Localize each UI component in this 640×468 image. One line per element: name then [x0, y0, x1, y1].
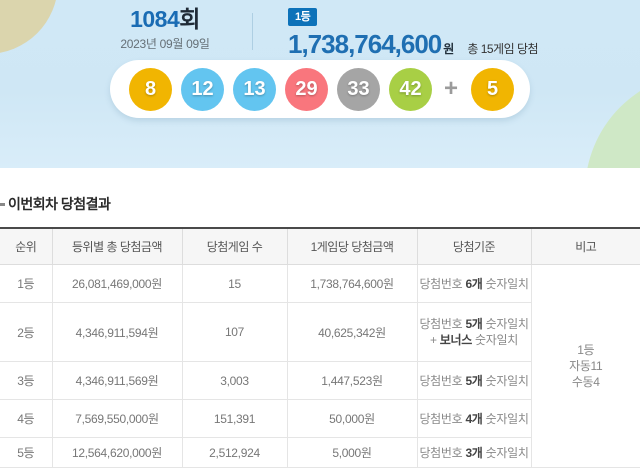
remark-line: 수동4 [571, 375, 600, 389]
green-circle-decor [585, 72, 640, 168]
lotto-ball-33: 33 [337, 67, 380, 111]
column-header: 당첨게임 수 [182, 228, 288, 265]
total-prize-cell: 12,564,620,000원 [52, 437, 183, 468]
remark-cell: 1등자동11 수동4 [531, 264, 640, 468]
winning-games-cell: 2,512,924 [182, 437, 288, 468]
first-rank-badge: 1등 [288, 8, 318, 26]
rank-cell: 2등 [0, 302, 53, 362]
lotto-ball-42: 42 [389, 67, 432, 111]
lotto-ball-29: 29 [285, 67, 328, 111]
winning-games-cell: 3,003 [182, 361, 288, 400]
lotto-ball-12: 12 [181, 67, 224, 111]
round-suffix: 회 [179, 6, 200, 32]
remark-line: 자동11 [569, 359, 603, 373]
prize-line: 1,738,764,600 원 총 15게임 당첨 [288, 29, 539, 60]
rank-cell: 5등 [0, 437, 53, 468]
round-number: 1084 [130, 6, 180, 32]
rank-cell: 3등 [0, 361, 53, 400]
first-prize-info: 1등 1,738,764,600 원 총 15게임 당첨 [288, 7, 539, 60]
total-games-note: 총 15게임 당첨 [467, 42, 539, 56]
total-prize-cell: 4,346,911,569원 [52, 361, 183, 400]
total-prize-cell: 7,569,550,000원 [52, 399, 183, 438]
results-body: 1등 26,081,469,000원 15 1,738,764,600원 당첨번호 6개… [0, 264, 640, 468]
winning-numbers-pill: 8 12 13 29 33 42 +5 [110, 60, 530, 118]
section-bullet [0, 203, 5, 206]
per-game-prize-cell: 5,000원 [287, 437, 418, 468]
per-game-prize-cell: 1,447,523원 [287, 361, 418, 400]
results-table-wrap: 순위 등위별 총 당첨금액 당첨게임 수 1게임당 당첨금액 당첨기준 비고 1등 26,0… [0, 227, 640, 468]
total-prize-cell: 4,346,911,594원 [52, 302, 183, 362]
section-title: 이번회차 당첨결과 [8, 196, 111, 212]
round-info: 1084회 2023년 09월 09일 [85, 6, 245, 52]
per-game-prize-cell: 40,625,342원 [287, 302, 418, 362]
column-header: 비고 [531, 228, 640, 265]
bonus-ball-5: 5 [471, 67, 515, 111]
results-table: 순위 등위별 총 당첨금액 당첨게임 수 1게임당 당첨금액 당첨기준 비고 1등 26,0… [0, 227, 640, 468]
total-prize-cell: 26,081,469,000원 [52, 264, 183, 303]
column-header: 순위 [0, 228, 53, 265]
column-header: 당첨기준 [417, 228, 532, 265]
winning-games-cell: 151,391 [182, 399, 288, 438]
rank-cell: 1등 [0, 264, 53, 303]
winning-games-cell: 15 [182, 264, 288, 303]
draw-date: 2023년 09월 09일 [120, 37, 210, 51]
beige-circle-decor [0, 0, 58, 54]
per-game-prize-cell: 1,738,764,600원 [287, 264, 418, 303]
currency-label: 원 [443, 42, 455, 56]
plus-icon: + [444, 75, 459, 102]
round-title: 1084회 [85, 6, 245, 32]
vertical-divider [252, 13, 253, 50]
criteria-cell: 당첨번호 3개 숫자일치 [417, 437, 532, 468]
lotto-ball-13: 13 [233, 67, 276, 111]
column-header: 1게임당 당첨금액 [287, 228, 418, 265]
lotto-ball-8: 8 [129, 67, 172, 111]
remark-line: 1등 [577, 343, 595, 357]
criteria-cell: 당첨번호 5개 숫자일치 [417, 361, 532, 400]
column-header: 등위별 총 당첨금액 [52, 228, 183, 265]
results-header-row: 순위 등위별 총 당첨금액 당첨게임 수 1게임당 당첨금액 당첨기준 비고 [0, 228, 640, 265]
prize-amount: 1,738,764,600 [288, 29, 442, 59]
winning-games-cell: 107 [182, 302, 288, 362]
criteria-cell: 당첨번호 4개 숫자일치 [417, 399, 532, 438]
table-row-rank-1: 1등 26,081,469,000원 15 1,738,764,600원 당첨번호 6개… [0, 264, 640, 468]
rank-cell: 4등 [0, 399, 53, 438]
criteria-cell: 당첨번호 5개 숫자일치 + 보너스 숫자일치 [417, 302, 532, 362]
criteria-cell: 당첨번호 6개 숫자일치 [417, 264, 532, 303]
per-game-prize-cell: 50,000원 [287, 399, 418, 438]
draw-summary-header: 1084회 2023년 09월 09일 1등 1,738,764,600 원 총 1… [0, 0, 640, 168]
